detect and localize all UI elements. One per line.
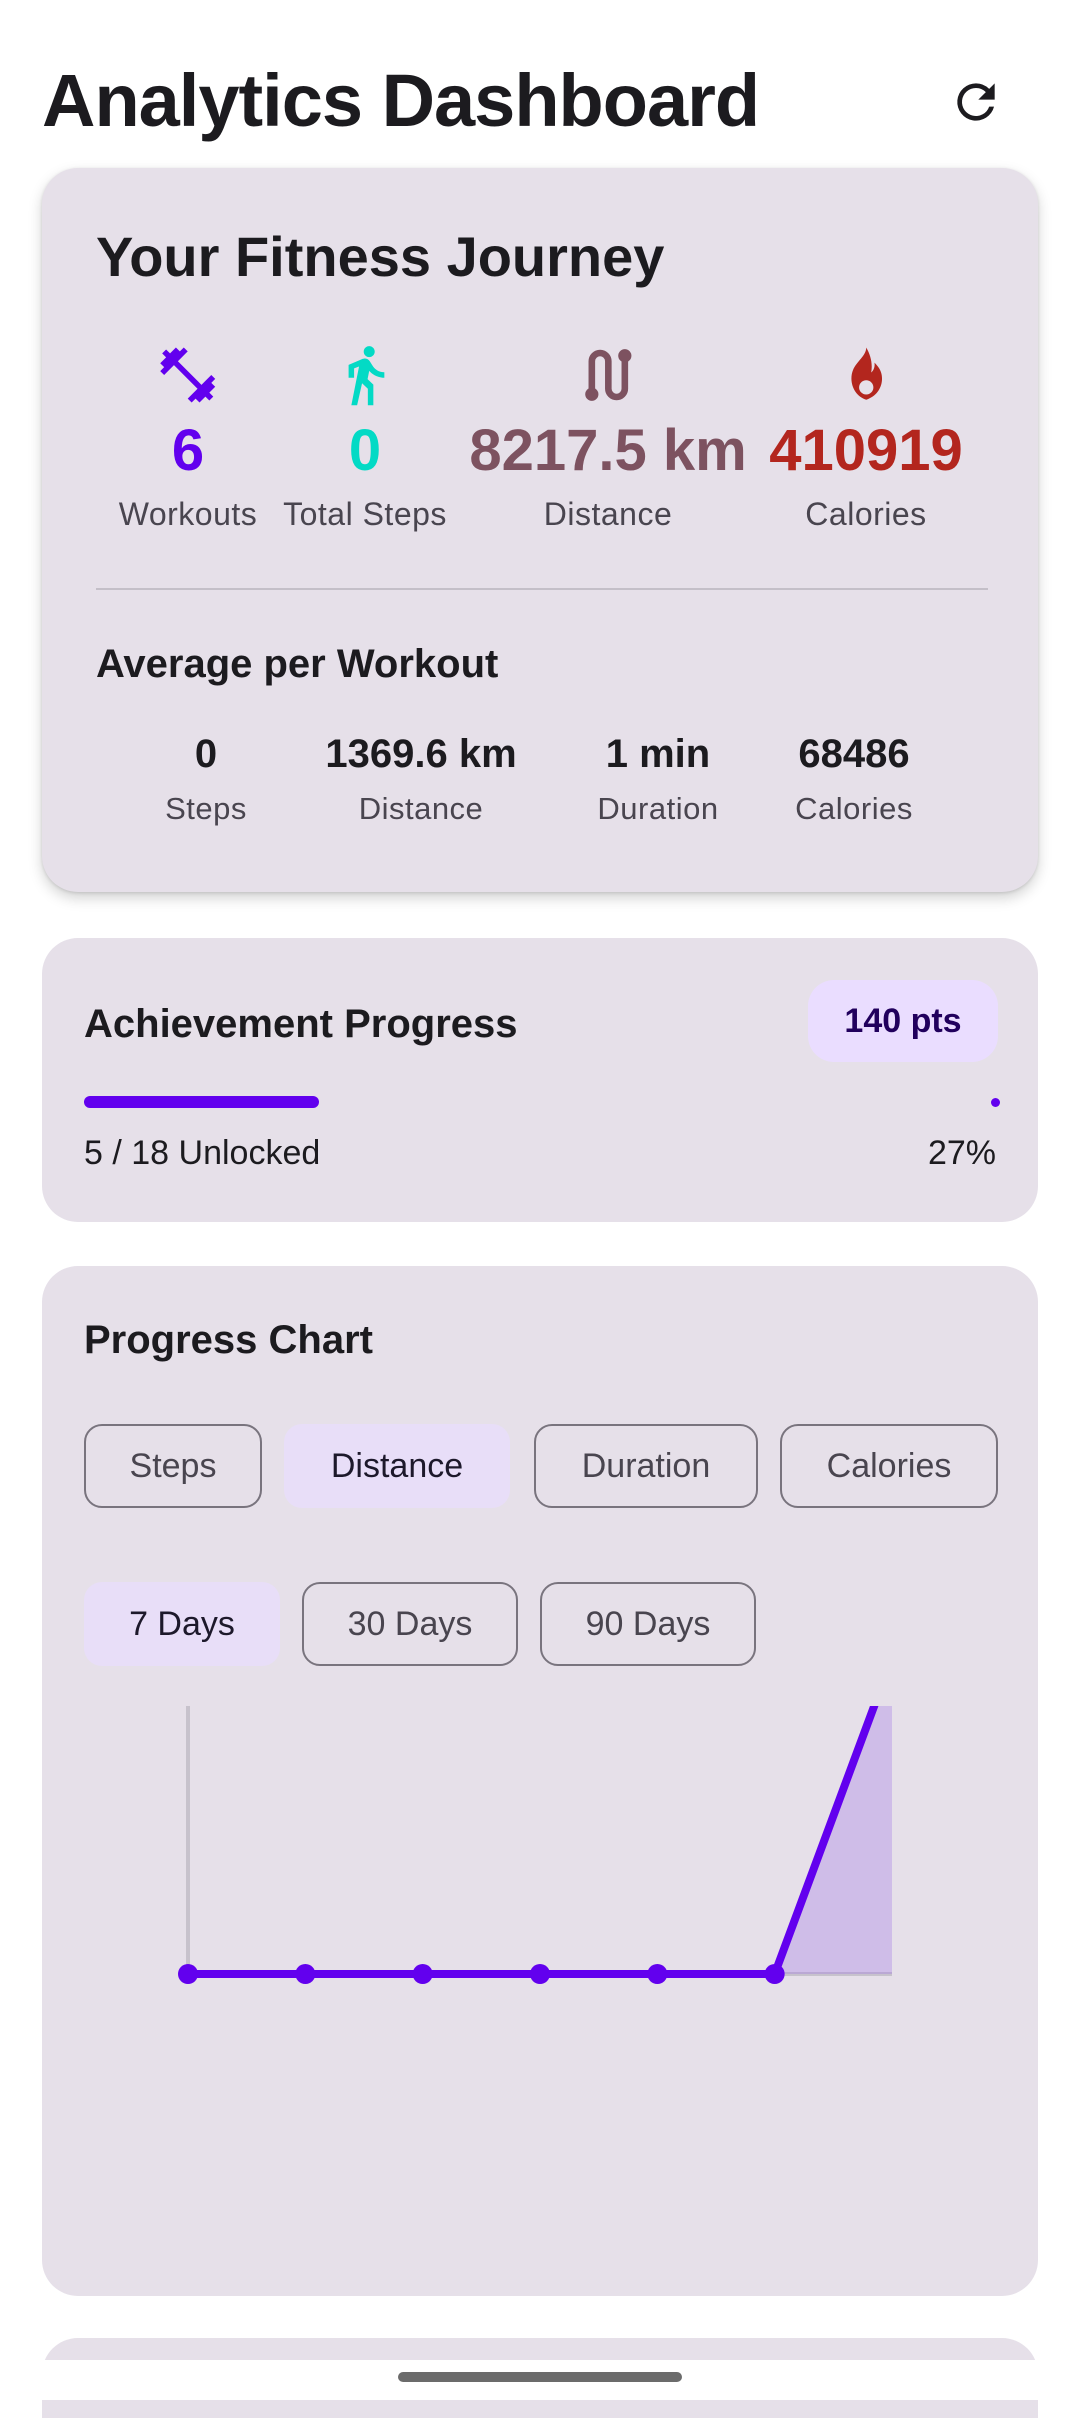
average-value: 0 (194, 732, 218, 776)
data-point (764, 1964, 785, 1984)
stat-total-steps: 0 Total Steps (283, 340, 447, 533)
chip-distance[interactable]: Distance (284, 1424, 510, 1508)
average-label: Distance (358, 791, 484, 826)
data-point (647, 1964, 668, 1984)
average-calories: 68486 Calories (795, 732, 913, 827)
chip-30-days[interactable]: 30 Days (302, 1582, 518, 1666)
progress-percent: 27% (927, 1134, 996, 1172)
stat-calories: 410919 Calories (769, 340, 963, 533)
progress-end-dot (991, 1098, 1000, 1107)
stat-label: Total Steps (283, 496, 447, 532)
average-value: 1369.6 km (325, 732, 517, 776)
chip-calories[interactable]: Calories (780, 1424, 998, 1508)
average-title: Average per Workout (96, 642, 499, 686)
progress-chart-title: Progress Chart (84, 1318, 373, 1362)
page-title: Analytics Dashboard (42, 59, 760, 142)
achievement-progress-bar (84, 1096, 1000, 1108)
average-label: Duration (597, 791, 719, 826)
progress-chart-card: Progress Chart Steps Distance Duration C… (42, 1266, 1038, 2296)
points-badge: 140 pts (808, 980, 998, 1062)
chip-duration[interactable]: Duration (534, 1424, 758, 1508)
chip-90-days[interactable]: 90 Days (540, 1582, 756, 1666)
stat-label: Distance (543, 496, 673, 532)
fire-icon (831, 340, 901, 410)
series-line (184, 1706, 879, 1978)
data-point (178, 1964, 198, 1984)
chip-7-days[interactable]: 7 Days (84, 1582, 280, 1666)
average-label: Steps (165, 791, 247, 826)
stat-value: 8217.5 km (469, 418, 747, 483)
average-duration: 1 min Duration (597, 732, 718, 827)
fitness-journey-title: Your Fitness Journey (96, 225, 665, 288)
refresh-button[interactable] (944, 70, 1008, 134)
average-label: Calories (795, 791, 913, 826)
app-bar: Analytics Dashboard (0, 0, 1080, 168)
stat-distance: 8217.5 km Distance (469, 340, 747, 533)
progress-fill (84, 1096, 319, 1108)
progress-line-chart (178, 1706, 892, 1984)
home-handle[interactable] (398, 2372, 682, 2382)
average-distance: 1369.6 km Distance (325, 732, 516, 827)
walking-icon (330, 340, 400, 410)
navigation-bar (0, 2360, 1080, 2400)
stat-value: 0 (348, 418, 382, 483)
average-steps: 0 Steps (165, 732, 247, 827)
average-value: 68486 (798, 732, 910, 776)
achievement-title: Achievement Progress (84, 1002, 518, 1046)
fitness-journey-card: Your Fitness Journey 6 Workouts 0 Total … (42, 168, 1038, 892)
refresh-icon (957, 83, 995, 121)
data-point (530, 1964, 550, 1984)
route-icon (573, 340, 643, 410)
data-point (412, 1964, 433, 1984)
average-value: 1 min (605, 732, 711, 776)
stat-label: Workouts (118, 496, 258, 532)
stat-value: 410919 (769, 418, 963, 483)
stat-label: Calories (805, 496, 927, 532)
chip-steps[interactable]: Steps (84, 1424, 262, 1508)
stat-value: 6 (171, 418, 205, 483)
dumbbell-icon (153, 340, 223, 410)
divider (96, 588, 988, 590)
data-point (295, 1964, 316, 1984)
stat-workouts: 6 Workouts (119, 340, 258, 533)
achievement-card: Achievement Progress 140 pts 5 / 18 Unlo… (42, 938, 1038, 1222)
unlocked-count: 5 / 18 Unlocked (84, 1134, 321, 1172)
